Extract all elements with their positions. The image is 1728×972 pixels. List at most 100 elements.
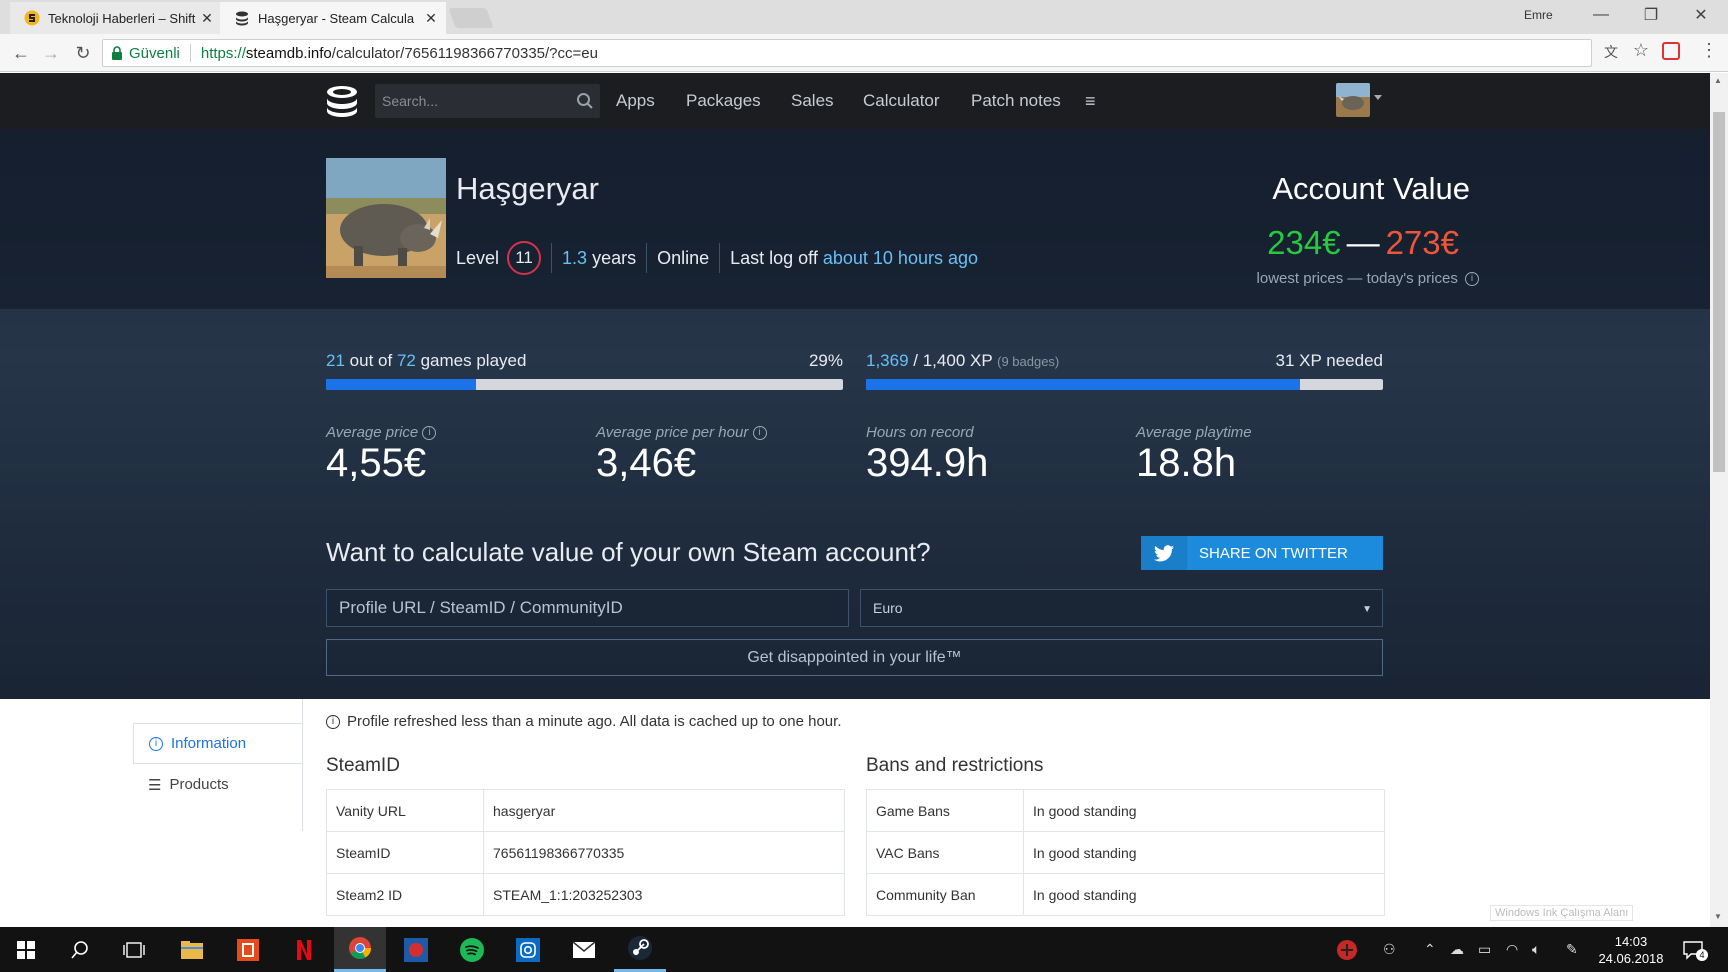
stat-label: Average price per hour [596, 424, 749, 441]
tab-close-icon[interactable]: ✕ [198, 10, 216, 27]
instagram-icon[interactable] [502, 927, 554, 972]
xp-needed: 31 XP needed [1275, 351, 1383, 370]
scroll-down-arrow-icon[interactable]: ▼ [1714, 912, 1722, 921]
new-tab-button[interactable] [448, 8, 494, 28]
currency-select[interactable]: Euro ▼ [860, 589, 1383, 627]
account-value-low: 234€ [1267, 224, 1341, 261]
info-icon[interactable]: i [422, 426, 437, 441]
share-on-twitter-button[interactable]: SHARE ON TWITTER [1141, 536, 1383, 570]
record-app-icon[interactable] [390, 927, 442, 972]
volume-icon[interactable]: 🔈︎ [1532, 941, 1540, 958]
browser-profile-name[interactable]: Emre [1524, 8, 1553, 22]
scroll-up-arrow-icon[interactable]: ▲ [1714, 76, 1722, 85]
tab-close-icon[interactable]: ✕ [422, 10, 440, 27]
extension-shield-icon[interactable] [1662, 42, 1680, 60]
profile-avatar [326, 158, 446, 278]
url-text[interactable]: https://steamdb.info/calculator/76561198… [201, 45, 598, 62]
bookmark-star-icon[interactable]: ☆ [1630, 40, 1652, 62]
table-key: SteamID [326, 831, 484, 874]
windows-start-icon[interactable] [0, 927, 52, 972]
sidebar-divider [302, 699, 303, 831]
sidebar-item-products[interactable]: ☰ Products [133, 764, 302, 805]
games-of-label: out of [349, 351, 393, 370]
office-icon[interactable] [222, 927, 274, 972]
scrollbar-thumb[interactable] [1713, 112, 1725, 472]
last-logoff-value[interactable]: about 10 hours ago [823, 248, 978, 269]
chevron-down-icon[interactable] [1374, 95, 1382, 100]
last-logoff-label: Last log off [730, 247, 818, 268]
more-menu-icon[interactable]: ≡ [1085, 91, 1096, 112]
twitter-bird-icon [1141, 536, 1187, 570]
sidebar-item-information[interactable]: i Information [133, 723, 302, 764]
tray-app-icon[interactable] [1336, 939, 1358, 961]
windows-taskbar: ⚇ ⌃ ☁ ▭ ◠ 🔈︎ ✎ 14:03 24.06.2018 4 [0, 927, 1728, 972]
action-center-icon[interactable]: 4 [1682, 939, 1708, 961]
account-age-unit: years [592, 247, 637, 268]
nav-link-packages[interactable]: Packages [686, 91, 761, 111]
browser-tab-steamdb[interactable]: Haşgeryar - Steam Calcula ✕ [220, 2, 446, 34]
mail-icon[interactable] [558, 927, 610, 972]
browser-toolbar: ← → ↻ Güvenli https://steamdb.info/calcu… [0, 34, 1728, 72]
nav-link-patch-notes[interactable]: Patch notes [971, 91, 1061, 111]
onedrive-cloud-icon[interactable]: ☁ [1450, 941, 1464, 958]
tray-chevron-up-icon[interactable]: ⌃ [1424, 941, 1436, 958]
task-view-icon[interactable] [108, 927, 160, 972]
windows-ink-pen-icon[interactable]: ✎ [1566, 941, 1578, 958]
account-value-range: 234€ —273€ [1100, 224, 1536, 262]
account-age: 1.3 years [562, 248, 636, 269]
minimize-icon[interactable]: — [1576, 0, 1626, 30]
stat-label-wrap: Average price i [326, 424, 437, 441]
xp-badges: (9 badges) [997, 354, 1060, 369]
table-key: Steam2 ID [326, 873, 484, 916]
account-value-subtitle: lowest prices — today's prices i [1100, 270, 1536, 287]
currency-selected-value: Euro [873, 600, 903, 616]
info-icon[interactable]: i [1465, 272, 1479, 287]
taskbar-clock[interactable]: 14:03 24.06.2018 [1594, 933, 1668, 967]
user-avatar[interactable] [1336, 83, 1370, 117]
forward-arrow-icon[interactable]: → [40, 42, 62, 64]
back-arrow-icon[interactable]: ← [10, 42, 32, 64]
nav-link-sales[interactable]: Sales [791, 91, 834, 111]
search-input[interactable] [375, 84, 565, 118]
reload-icon[interactable]: ↻ [72, 42, 94, 64]
url-path: /calculator/76561198366770335/?cc=eu [331, 44, 598, 62]
steam-taskbar-icon[interactable] [614, 927, 666, 972]
netflix-icon[interactable] [278, 927, 330, 972]
browser-tab-strip: Teknoloji Haberleri – Shift ✕ Haşgeryar … [0, 0, 1728, 34]
window-close-icon[interactable]: ✕ [1676, 0, 1726, 30]
info-icon[interactable]: i [752, 426, 767, 441]
people-icon[interactable]: ⚇ [1383, 941, 1396, 958]
calculate-submit-button[interactable]: Get disappointed in your life™ [326, 639, 1383, 676]
table-row: Steam2 ID STEAM_1:1:203252303 [326, 873, 845, 916]
chrome-menu-icon[interactable]: ⋮ [1700, 40, 1718, 62]
table-row: SteamID 76561198366770335 [326, 831, 845, 874]
nav-link-apps[interactable]: Apps [616, 91, 655, 111]
taskbar-search-icon[interactable] [54, 927, 106, 972]
profile-url-input[interactable]: Profile URL / SteamID / CommunityID [326, 589, 849, 627]
battery-icon[interactable]: ▭ [1478, 941, 1491, 958]
calculate-own-account-heading: Want to calculate value of your own Stea… [326, 537, 931, 567]
translate-icon[interactable]: 文 [1600, 42, 1622, 64]
address-bar[interactable]: Güvenli https://steamdb.info/calculator/… [102, 39, 1592, 67]
steamdb-favicon-icon [236, 11, 248, 26]
profile-name: Haşgeryar [456, 171, 599, 206]
file-explorer-icon[interactable] [166, 927, 218, 972]
stat-label: Average price [326, 424, 419, 441]
browser-tab-shiftdelete[interactable]: Teknoloji Haberleri – Shift ✕ [10, 2, 222, 34]
chrome-taskbar-icon[interactable] [334, 927, 386, 972]
search-icon[interactable] [576, 92, 594, 110]
games-played-suffix: games played [420, 351, 527, 370]
table-value: 76561198366770335 [483, 831, 845, 874]
nav-link-calculator[interactable]: Calculator [863, 91, 940, 111]
stat-hours-on-record: Hours on record 394.9h [866, 424, 988, 486]
sidebar-item-label: Products [169, 776, 229, 793]
spotify-icon[interactable] [446, 927, 498, 972]
wifi-icon[interactable]: ◠ [1506, 941, 1518, 958]
bans-table: Game Bans In good standing VAC Bans In goo… [866, 789, 1385, 916]
steamdb-logo-icon[interactable] [324, 83, 360, 119]
restore-icon[interactable]: ❐ [1626, 0, 1676, 30]
profile-sidebar: i Information ☰ Products [133, 723, 302, 805]
stat-value: 394.9h [866, 441, 989, 485]
tab-title: Teknoloji Haberleri – Shift [48, 10, 196, 26]
table-value: STEAM_1:1:203252303 [483, 873, 845, 916]
